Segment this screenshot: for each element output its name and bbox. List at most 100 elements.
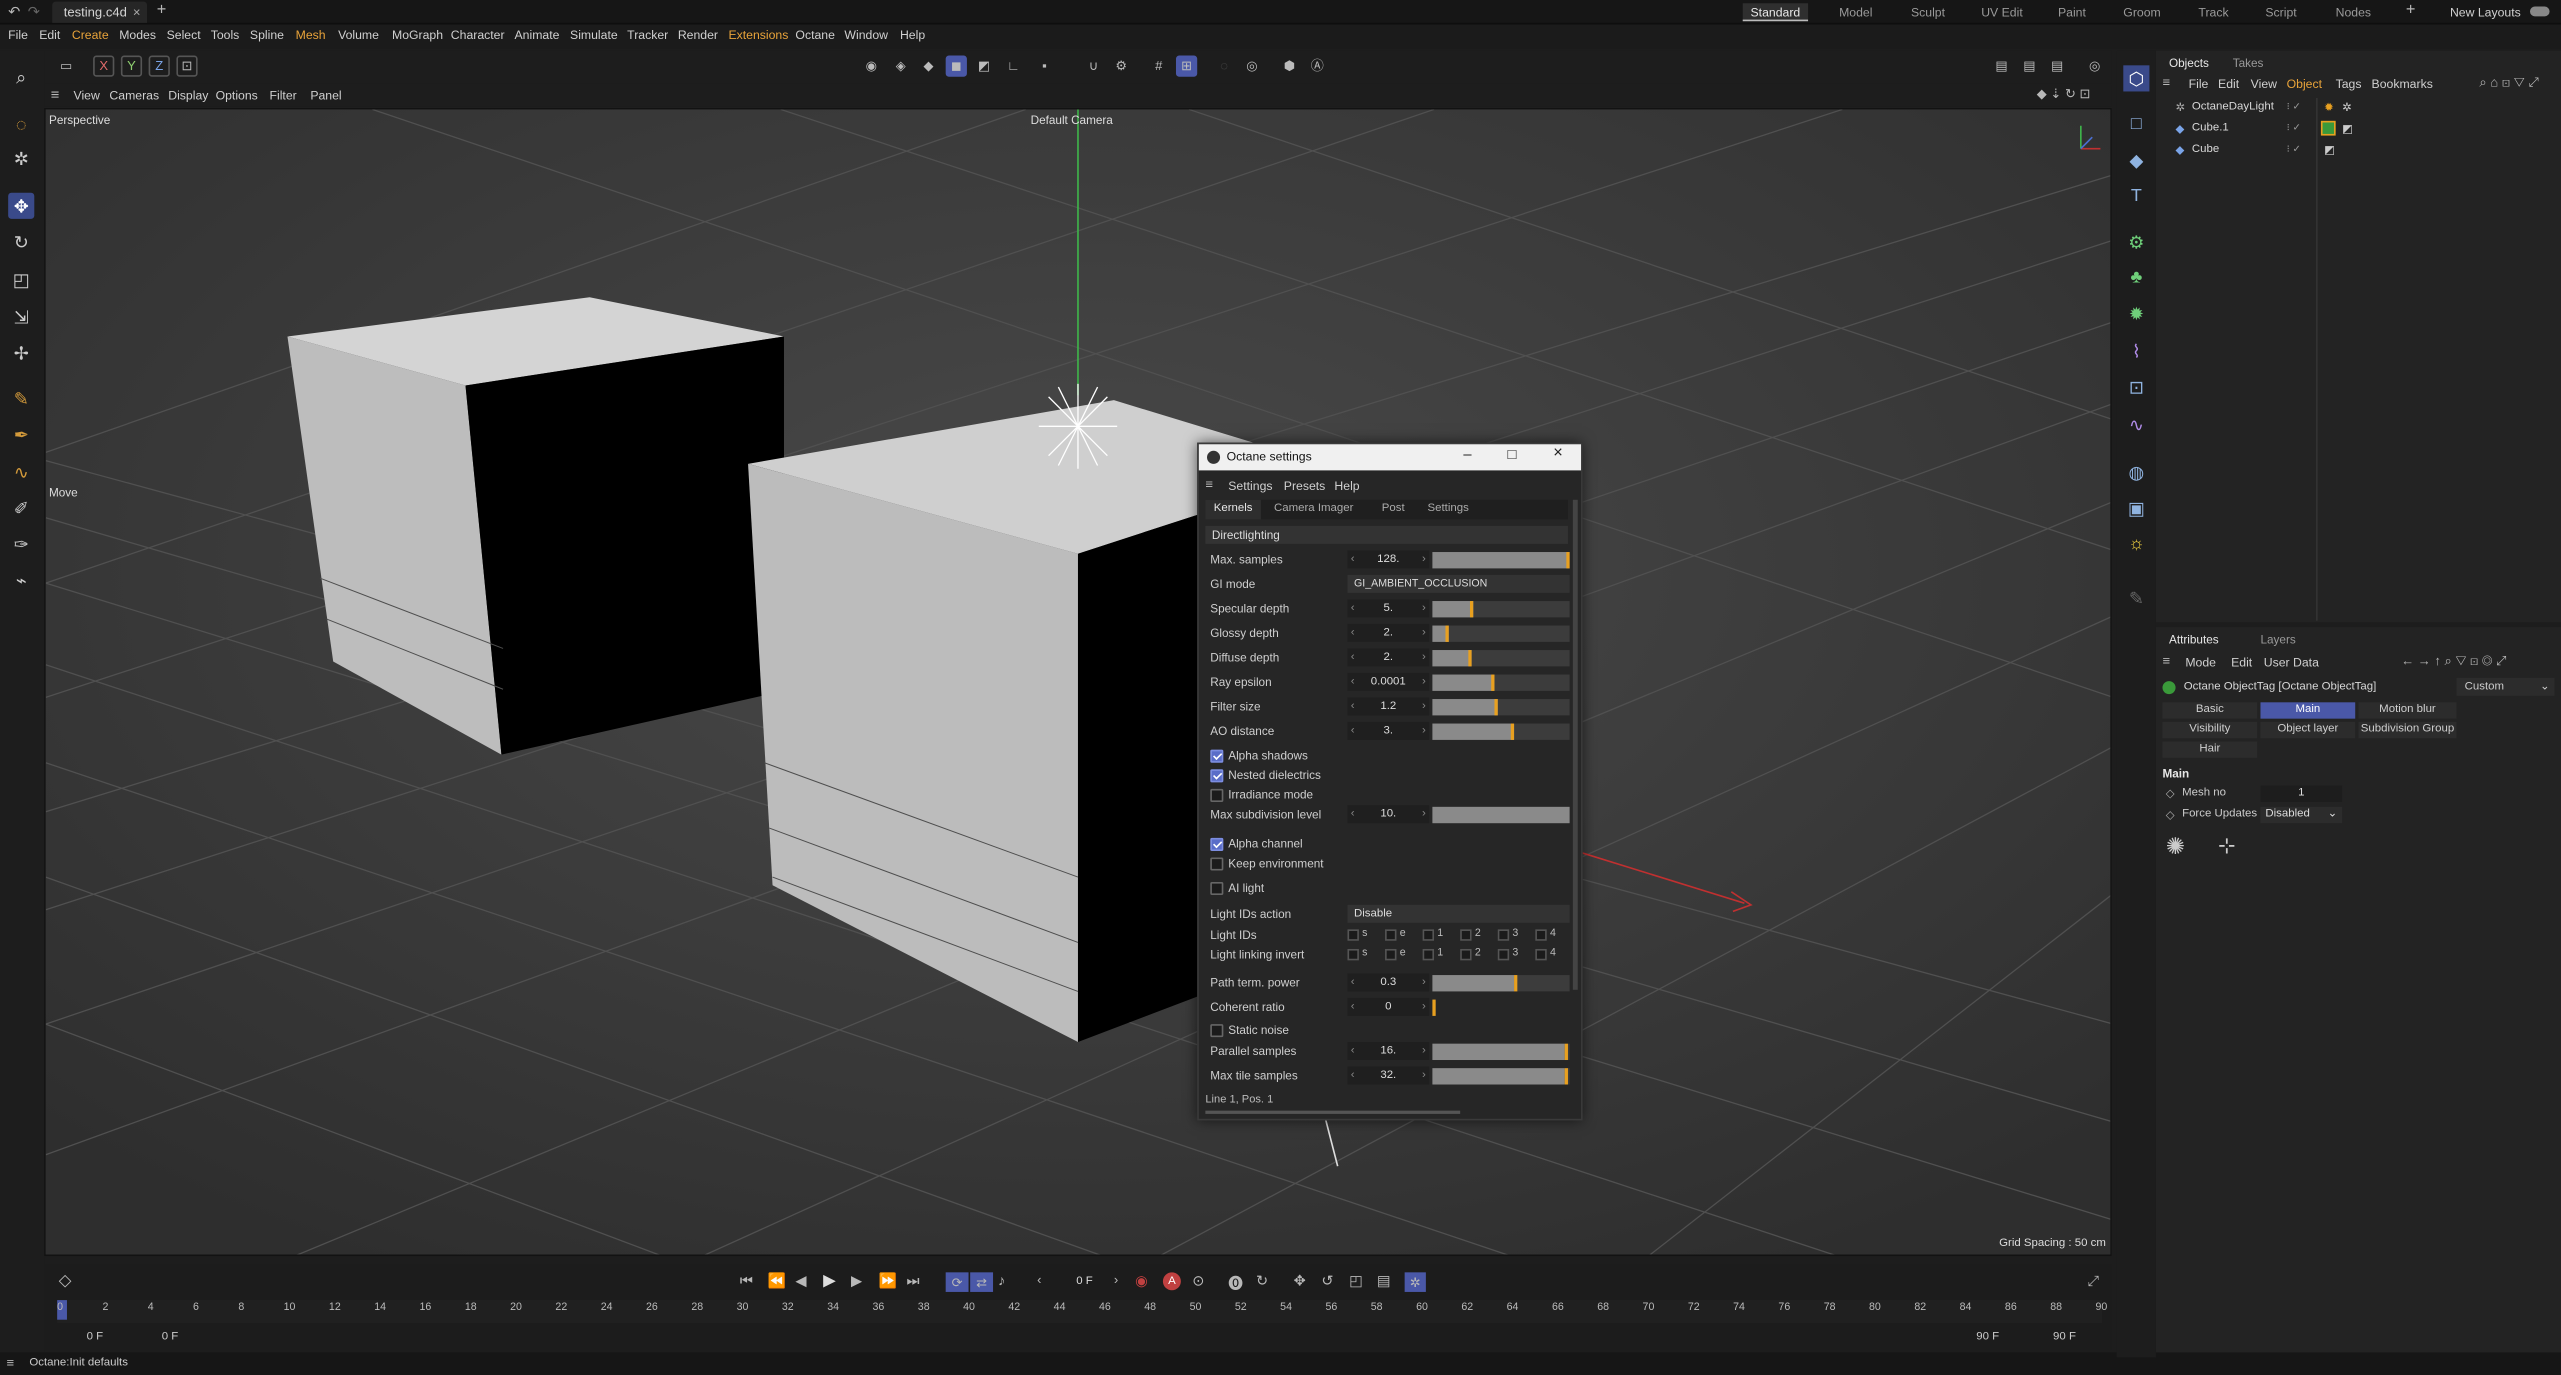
y-axis-lock[interactable]: Y: [120, 55, 143, 77]
checkbox[interactable]: [1210, 837, 1224, 851]
tab-basic[interactable]: Basic: [2162, 702, 2258, 719]
decrement-icon[interactable]: ‹: [1351, 808, 1355, 819]
coordinate-system-icon[interactable]: ⊡: [176, 55, 198, 77]
visibility-icon[interactable]: ⁝ ✓: [2287, 144, 2301, 155]
cloner-icon[interactable]: ♣: [2123, 265, 2149, 291]
param-field[interactable]: ‹ 32. ›: [1347, 1066, 1430, 1085]
loop-icon[interactable]: ⟳: [945, 1272, 969, 1292]
light-id-checkbox[interactable]: [1385, 948, 1397, 961]
param-slider[interactable]: [1432, 1042, 1570, 1060]
octane-object-tag-icon[interactable]: [2320, 120, 2336, 136]
clapper-icon-2[interactable]: ▤: [2019, 56, 2040, 77]
decrement-icon[interactable]: ‹: [1351, 627, 1355, 638]
object-row-cube[interactable]: ◆ Cube ⁝ ✓ ◩: [2156, 140, 2561, 160]
menu-simulate[interactable]: Simulate: [570, 28, 618, 43]
preview-start-field[interactable]: 0 F: [162, 1331, 179, 1342]
phong-tag-icon[interactable]: ◩: [2342, 122, 2353, 135]
object-manager-icon[interactable]: ⬡: [2123, 65, 2150, 92]
light-ids-action-dropdown[interactable]: Disable: [1347, 904, 1570, 923]
octane-tag-icon[interactable]: ✹: [2324, 101, 2334, 114]
decrement-icon[interactable]: ‹: [1351, 554, 1355, 565]
next-key-icon[interactable]: ⏩: [879, 1272, 897, 1290]
tab-layers[interactable]: Layers: [2260, 632, 2295, 647]
increment-icon[interactable]: ›: [1422, 977, 1426, 988]
go-to-end-icon[interactable]: ⏭: [906, 1272, 919, 1290]
autokey-icon[interactable]: A: [1162, 1272, 1181, 1291]
edges-mode-icon[interactable]: ◈: [890, 56, 911, 77]
menu-tracker[interactable]: Tracker: [627, 28, 668, 43]
increment-icon[interactable]: ›: [1422, 1001, 1426, 1012]
param-field[interactable]: ‹ 2. ›: [1347, 648, 1430, 667]
scale-tool-icon[interactable]: ◰: [8, 266, 34, 292]
decrement-icon[interactable]: ‹: [1351, 977, 1355, 988]
objects-menu-icon[interactable]: ≡: [2162, 75, 2170, 90]
light-id-checkbox[interactable]: [1460, 948, 1472, 961]
tab-attributes[interactable]: Attributes: [2169, 632, 2219, 647]
environment-icon[interactable]: ◍: [2123, 459, 2149, 485]
close-icon[interactable]: ×: [1553, 444, 1563, 462]
tab-motion-blur[interactable]: Motion blur: [2358, 702, 2457, 719]
increment-icon[interactable]: ›: [1422, 701, 1426, 712]
menu-edit[interactable]: Edit: [39, 28, 60, 43]
texture-mode-icon[interactable]: ◩: [973, 56, 994, 77]
layout-uv-edit[interactable]: UV Edit: [1981, 3, 2023, 21]
record-icon[interactable]: ◉: [1135, 1272, 1148, 1290]
object-row-daylight[interactable]: ✲ OctaneDayLight ⁝ ✓ ✹ ✲: [2156, 98, 2561, 118]
objects-menu-object[interactable]: Object: [2287, 77, 2322, 92]
param-field[interactable]: ‹ 10. ›: [1347, 805, 1430, 824]
increment-icon[interactable]: ›: [1422, 603, 1426, 614]
light-id-checkbox[interactable]: [1535, 929, 1547, 941]
snap-icon[interactable]: ∪: [1083, 56, 1104, 77]
keyframe-selection-icon[interactable]: ⊙: [1192, 1272, 1204, 1290]
x-axis-lock[interactable]: X: [93, 55, 115, 77]
frame-next-arrow-icon[interactable]: ›: [1114, 1272, 1118, 1287]
toggle-icon[interactable]: [2529, 6, 2550, 17]
move-tool-icon[interactable]: ✥: [8, 192, 35, 219]
menu-help[interactable]: Help: [900, 28, 925, 43]
increment-icon[interactable]: ›: [1422, 1045, 1426, 1056]
decrement-icon[interactable]: ‹: [1351, 676, 1355, 687]
menu-spline[interactable]: Spline: [250, 28, 284, 43]
menu-volume[interactable]: Volume: [338, 28, 379, 43]
render-settings-icon[interactable]: ⬢: [1279, 56, 1300, 77]
camera-object-icon[interactable]: ▣: [2123, 495, 2149, 521]
param-slider[interactable]: [1432, 551, 1570, 568]
tab-subdivision-group[interactable]: Subdivision Group: [2358, 721, 2457, 739]
menu-animate[interactable]: Animate: [514, 28, 559, 43]
paint-tool-icon[interactable]: ✐: [8, 495, 34, 521]
layout-groom[interactable]: Groom: [2123, 3, 2160, 21]
viewport-menu-display[interactable]: Display: [168, 88, 208, 103]
pen-tool-icon[interactable]: ✒: [8, 421, 34, 447]
cube-object-icon[interactable]: ◆: [2123, 147, 2149, 173]
key-move-icon[interactable]: ✥: [1294, 1272, 1306, 1290]
light-id-checkbox[interactable]: [1535, 948, 1547, 961]
param-slider[interactable]: [1432, 600, 1570, 617]
tab-camera-imager[interactable]: Camera Imager: [1274, 500, 1353, 520]
menu-create[interactable]: Create: [72, 28, 109, 43]
clapper-icon-1[interactable]: ▤: [1991, 56, 2012, 77]
3d-viewport[interactable]: Perspective Default Camera Move Grid Spa…: [44, 107, 2112, 1257]
octane-help-icon[interactable]: ✺: [2166, 833, 2185, 861]
param-slider[interactable]: [1432, 722, 1570, 740]
checkbox[interactable]: [1210, 768, 1224, 782]
tab-takes[interactable]: Takes: [2233, 56, 2264, 71]
viewport-menu-icon[interactable]: ≡: [51, 87, 60, 103]
param-field[interactable]: ‹ 0.3 ›: [1347, 973, 1430, 992]
light-object-icon[interactable]: ☼: [2123, 531, 2149, 557]
decrement-icon[interactable]: ‹: [1351, 652, 1355, 663]
param-field[interactable]: ‹ 0.0001 ›: [1347, 672, 1430, 691]
menu-octane[interactable]: Octane: [795, 28, 835, 43]
tab-post[interactable]: Post: [1382, 500, 1405, 520]
increment-icon[interactable]: ›: [1422, 652, 1426, 663]
increment-icon[interactable]: ›: [1422, 627, 1426, 638]
knife-tool-icon[interactable]: ✎: [8, 385, 34, 411]
effector-icon[interactable]: ✹: [2123, 301, 2149, 327]
menu-mesh[interactable]: Mesh: [296, 28, 326, 43]
menu-render[interactable]: Render: [678, 28, 718, 43]
decrement-icon[interactable]: ‹: [1351, 603, 1355, 614]
layout-model[interactable]: Model: [1839, 3, 1872, 21]
param-field[interactable]: ‹ 16. ›: [1347, 1042, 1430, 1061]
spline-tool-icon[interactable]: ∿: [8, 459, 34, 485]
monitor-icon[interactable]: ▭: [56, 56, 77, 77]
object-row-cube1[interactable]: ◆ Cube.1 ⁝ ✓ ◩: [2156, 119, 2561, 139]
